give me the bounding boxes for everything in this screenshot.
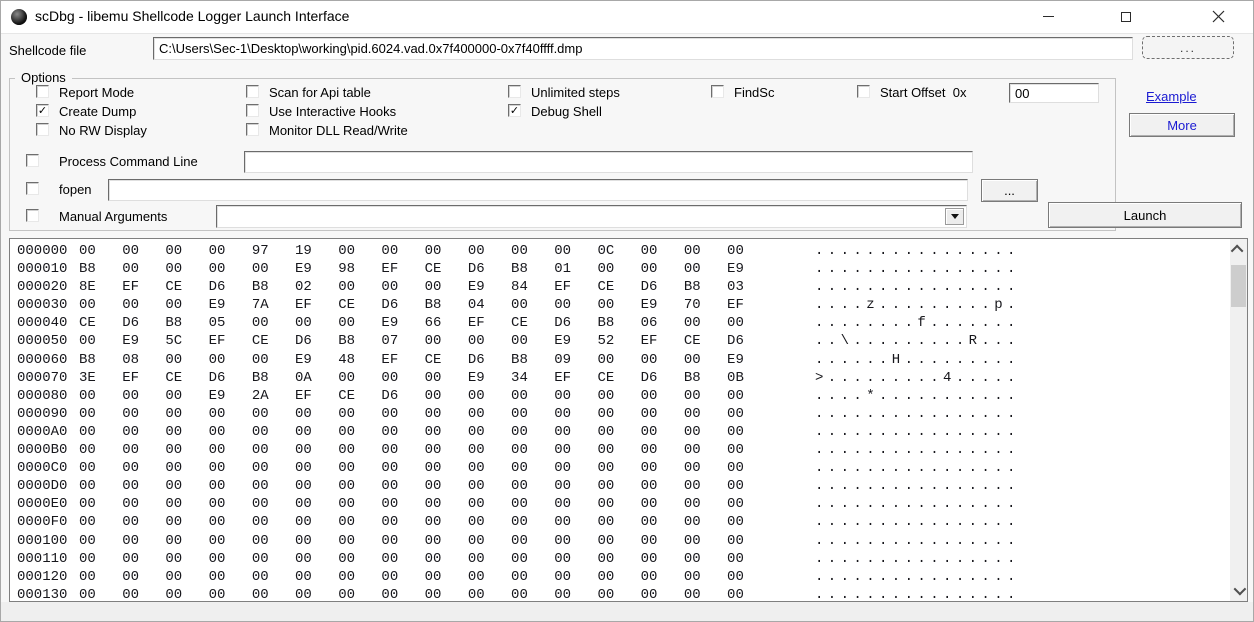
hex-row: 0000F000 00 00 00 00 00 00 00 00 00 00 0… (17, 513, 1020, 531)
chevron-up-icon (1231, 245, 1244, 258)
shellcode-file-input[interactable] (153, 37, 1133, 60)
checkbox-box (246, 85, 259, 98)
checkbox-box (26, 209, 39, 222)
fopen-browse-button[interactable]: ... (981, 179, 1038, 202)
checkbox-box (508, 85, 521, 98)
hex-row: 0000208E EF CE D6 B8 02 00 00 00 E9 84 E… (17, 278, 1020, 296)
maximize-icon (1121, 12, 1131, 22)
process-command-line-input[interactable] (244, 151, 973, 173)
checkbox-box (26, 154, 39, 167)
hex-row: 00003000 00 00 E9 7A EF CE D6 B8 04 00 0… (17, 296, 1020, 314)
window-title: scDbg - libemu Shellcode Logger Launch I… (35, 1, 349, 32)
hex-row: 00010000 00 00 00 00 00 00 00 00 00 00 0… (17, 532, 1020, 550)
hex-row: 00008000 00 00 E9 2A EF CE D6 00 00 00 0… (17, 387, 1020, 405)
checkbox-label: Manual Arguments (59, 209, 167, 224)
checkbox-label: Create Dump (59, 104, 136, 119)
manual-arguments-combobox[interactable] (216, 205, 967, 228)
launch-button[interactable]: Launch (1048, 202, 1242, 228)
checkbox-box (857, 85, 870, 98)
checkbox-label: FindSc (734, 85, 774, 100)
hex-row: 0000B000 00 00 00 00 00 00 00 00 00 00 0… (17, 441, 1020, 459)
checkbox-label: Process Command Line (59, 154, 198, 169)
minimize-button[interactable] (1025, 1, 1071, 32)
vertical-scrollbar[interactable] (1230, 239, 1247, 601)
hex-row: 0000703E EF CE D6 B8 0A 00 00 00 E9 34 E… (17, 369, 1020, 387)
checkbox-box: ✓ (36, 104, 49, 117)
checkbox-box (711, 85, 724, 98)
options-legend: Options (15, 70, 72, 85)
more-button[interactable]: More (1129, 113, 1235, 137)
checkbox-label: Start Offset 0x (880, 85, 966, 100)
checkbox-box (36, 123, 49, 136)
hex-row: 00005000 E9 5C EF CE D6 B8 07 00 00 00 E… (17, 332, 1020, 350)
checkbox-box (26, 182, 39, 195)
app-icon (11, 9, 27, 25)
hex-row: 000060B8 08 00 00 00 E9 48 EF CE D6 B8 0… (17, 351, 1020, 369)
checkbox-label: No RW Display (59, 123, 147, 138)
window-footer (1, 602, 1253, 622)
scroll-down-button[interactable] (1230, 582, 1247, 599)
checkbox-box (36, 85, 49, 98)
checkbox-box (246, 104, 259, 117)
checkbox-box: ✓ (508, 104, 521, 117)
fopen-input[interactable] (108, 179, 968, 201)
hex-row: 000010B8 00 00 00 00 E9 98 EF CE D6 B8 0… (17, 260, 1020, 278)
hex-row: 00012000 00 00 00 00 00 00 00 00 00 00 0… (17, 568, 1020, 586)
hexdump-panel[interactable]: 00000000 00 00 00 97 19 00 00 00 00 00 0… (9, 238, 1248, 602)
close-button[interactable] (1195, 1, 1241, 32)
close-icon (1212, 10, 1225, 23)
checkbox-label: fopen (59, 182, 92, 197)
start-offset-input[interactable] (1009, 83, 1099, 103)
combobox-dropdown-button[interactable] (945, 208, 964, 225)
checkbox-label: Debug Shell (531, 104, 602, 119)
shellcode-file-label: Shellcode file (9, 43, 86, 58)
app-window: scDbg - libemu Shellcode Logger Launch I… (0, 0, 1254, 622)
hex-row: 00009000 00 00 00 00 00 00 00 00 00 00 0… (17, 405, 1020, 423)
scrollbar-thumb[interactable] (1231, 265, 1246, 307)
scroll-up-button[interactable] (1230, 241, 1247, 258)
hex-row: 000040CE D6 B8 05 00 00 00 E9 66 EF CE D… (17, 314, 1020, 332)
hex-rows: 00000000 00 00 00 97 19 00 00 00 00 00 0… (17, 242, 1020, 602)
browse-file-button[interactable]: ... (1142, 36, 1234, 59)
hex-row: 0000D000 00 00 00 00 00 00 00 00 00 00 0… (17, 477, 1020, 495)
hex-row: 0000A000 00 00 00 00 00 00 00 00 00 00 0… (17, 423, 1020, 441)
hex-row: 00011000 00 00 00 00 00 00 00 00 00 00 0… (17, 550, 1020, 568)
hex-row: 0000E000 00 00 00 00 00 00 00 00 00 00 0… (17, 495, 1020, 513)
title-bar: scDbg - libemu Shellcode Logger Launch I… (1, 1, 1253, 34)
minimize-icon (1043, 16, 1054, 17)
hex-row: 00000000 00 00 00 97 19 00 00 00 00 00 0… (17, 242, 1020, 260)
example-link[interactable]: Example (1146, 89, 1197, 104)
chevron-down-icon (1234, 583, 1247, 596)
hex-row: 00013000 00 00 00 00 00 00 00 00 00 00 0… (17, 586, 1020, 602)
checkbox-label: Report Mode (59, 85, 134, 100)
checkbox-label: Use Interactive Hooks (269, 104, 396, 119)
checkbox-label: Unlimited steps (531, 85, 620, 100)
chevron-down-icon (951, 214, 959, 219)
checkbox-label: Scan for Api table (269, 85, 371, 100)
maximize-button[interactable] (1103, 1, 1149, 32)
hex-row: 0000C000 00 00 00 00 00 00 00 00 00 00 0… (17, 459, 1020, 477)
checkbox-box (246, 123, 259, 136)
checkbox-label: Monitor DLL Read/Write (269, 123, 408, 138)
